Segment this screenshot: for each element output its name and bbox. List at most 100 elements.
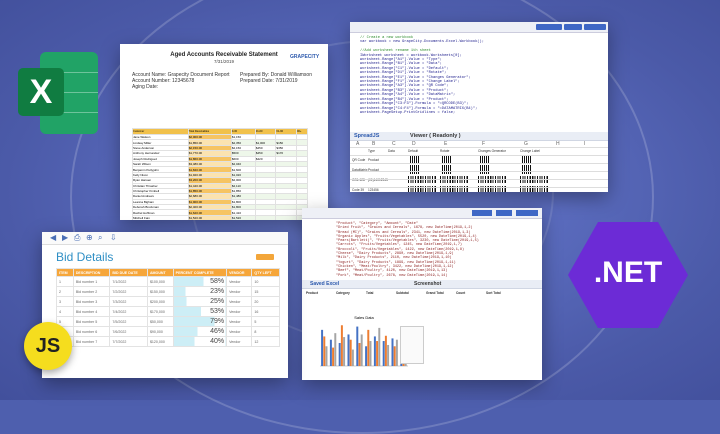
- back-icon[interactable]: ◀: [50, 233, 56, 242]
- bid-cell-qty: 12: [251, 336, 280, 347]
- chart-bar: [347, 334, 350, 366]
- export-icon[interactable]: ⇩: [110, 233, 117, 242]
- forward-icon[interactable]: ▶: [62, 233, 68, 242]
- sheet-column-heading: Total: [366, 291, 374, 295]
- output-code-block: "Product", "Category", "Amount", "Date" "…: [336, 222, 479, 278]
- save-xlsx-button-2[interactable]: [472, 210, 492, 216]
- sheet-column-heading: Sort Total: [486, 291, 501, 295]
- chart-bar: [360, 334, 363, 366]
- search-icon[interactable]: ⌕: [98, 233, 102, 243]
- report-field-value: 12345678: [172, 78, 195, 84]
- column-heading: Data: [388, 149, 395, 153]
- row-type: Code 39: [352, 188, 365, 192]
- table-row[interactable]: 2 Bid number 2 7/2/2022 $150,000 23% Vendor 15: [56, 286, 280, 297]
- chart-bar: [387, 344, 390, 366]
- code-line: worksheet.PageSetup.PrintGridlines = fal…: [360, 110, 456, 115]
- bid-cell-vendor: Vendor: [226, 286, 253, 297]
- chart-bar: [332, 347, 335, 366]
- download-button-2[interactable]: [516, 210, 538, 216]
- chart-bar: [367, 329, 370, 366]
- sheet-column-heading: Count: [456, 291, 466, 295]
- download-button[interactable]: [584, 24, 606, 30]
- chart-bar: [343, 337, 346, 366]
- prepared-date-value: 7/31/2019: [275, 78, 298, 84]
- report-fields: Account Name: Grapecity Document Report A…: [132, 72, 230, 90]
- row-type: GS1-128: [352, 178, 365, 182]
- chart-bar: [378, 327, 381, 366]
- bid-header-cell: DESCRIPTION: [72, 268, 111, 277]
- bid-cell-vendor: Vendor: [226, 296, 253, 307]
- prepared-date: Prepared Date: 7/31/2019: [240, 78, 298, 84]
- chart-bar: [338, 343, 341, 366]
- table-row[interactable]: 5 Bid number 5 7/5/2022 $50,000 79% Vendor 5: [56, 316, 280, 327]
- table-cell: $1,520: [230, 214, 256, 220]
- sales-chart: Sales Data: [320, 315, 408, 367]
- bid-cell-desc: Bid number 7: [72, 336, 111, 347]
- chart-bar: [369, 341, 372, 366]
- table-row[interactable]: 3 Bid number 3 7/3/2022 $200,000 25% Vendor 20: [56, 296, 280, 307]
- grid-line: [350, 163, 608, 164]
- bid-cell-desc: Bid number 1: [72, 276, 111, 287]
- grid-line: [350, 179, 608, 180]
- bid-cell-qty: 5: [251, 316, 280, 327]
- bid-cell-desc: Bid number 2: [72, 286, 111, 297]
- bid-cell-vendor: Vendor: [226, 306, 253, 317]
- table-cell: $1,520.00: [187, 214, 232, 220]
- row-type: DataMatrix: [352, 168, 368, 172]
- grid-line: [350, 147, 608, 148]
- code-line: worksheet.Range["C3:F3"].Formula = "=QRC…: [360, 102, 469, 107]
- bid-cell-vendor: Vendor: [226, 336, 253, 347]
- table-row[interactable]: 4 Bid number 4 7/4/2022 $170,000 53% Vendor 16: [56, 306, 280, 317]
- chart-bar: [384, 335, 387, 366]
- percent-complete-cell: 58%: [172, 276, 228, 287]
- report-field: Aging Date:: [132, 84, 230, 90]
- save-xlsx-button[interactable]: [536, 24, 562, 30]
- bid-cell-amt: $100,000: [146, 276, 174, 287]
- barcode-icon: [478, 176, 506, 183]
- bid-cell-no: 4: [56, 306, 74, 317]
- bid-cell-qty: 15: [251, 286, 280, 297]
- js-logo: JS: [24, 322, 72, 370]
- code-toolbar: [350, 22, 608, 33]
- copy-button[interactable]: [564, 24, 582, 30]
- bid-header-cell: VENDOR: [226, 268, 253, 277]
- bid-cell-amt: $200,000: [146, 296, 174, 307]
- bid-cell-vendor: Vendor: [226, 316, 253, 327]
- chart-bar: [321, 329, 324, 366]
- print-icon[interactable]: ⎙: [74, 233, 80, 243]
- bid-cell-qty: 16: [251, 306, 280, 317]
- viewer-label: Viewer ( Readonly ): [410, 133, 461, 139]
- percent-complete-cell: 79%: [172, 316, 228, 327]
- table-row[interactable]: 1 Bid number 1 7/1/2022 $100,000 58% Vendor 10: [56, 276, 280, 287]
- table-row[interactable]: 7Bid number 77/7/2022$120,00040%Vendor12: [56, 336, 280, 347]
- bid-cell-date: 7/1/2022: [109, 276, 148, 287]
- bid-cell-amt: $150,000: [146, 286, 174, 297]
- chart-bar: [325, 346, 328, 366]
- aged-receivable-report: Aged Accounts Receivable Statement 7/31/…: [120, 44, 328, 220]
- bid-cell-date: 7/2/2022: [109, 286, 148, 297]
- chart-bar: [376, 341, 379, 366]
- chart-bar: [349, 339, 352, 366]
- row-data: 123456: [368, 188, 379, 192]
- aged-table: Customer Total Receivables 0-30 31-60 61-90 9…: [132, 128, 308, 220]
- bid-cell-vendor: Vendor: [226, 326, 253, 337]
- zoom-icon[interactable]: ⊕: [86, 233, 93, 242]
- percent-complete-cell: 25%: [172, 296, 228, 307]
- table-cell: [275, 214, 298, 220]
- grid-line: [350, 187, 608, 188]
- table-row[interactable]: 6Bid number 67/6/2022$90,00046%Vendor8: [56, 326, 280, 337]
- qr-code-icon: [410, 165, 419, 174]
- chart-bar: [391, 338, 394, 366]
- chart-bar: [365, 346, 368, 366]
- column-heading: Default: [408, 149, 419, 153]
- bid-action-button[interactable]: [256, 254, 274, 260]
- chart-bar: [393, 346, 396, 366]
- bid-table: ITEM DESCRIPTION BID DUE DATE AMOUNT PERCENT…: [56, 268, 280, 347]
- dotnet-logo: .NET: [568, 222, 688, 328]
- bid-cell-amt: $120,000: [146, 336, 174, 347]
- copy-button-2[interactable]: [496, 210, 512, 216]
- bid-header-cell: PERCENT COMPLETE: [172, 268, 228, 277]
- spreadjs-viewer: SpreadJS Viewer ( Readonly ) A B C D E F G H I Ty…: [350, 132, 608, 192]
- table-cell: Mitchell Fain: [132, 214, 189, 220]
- chart-bar: [395, 339, 398, 366]
